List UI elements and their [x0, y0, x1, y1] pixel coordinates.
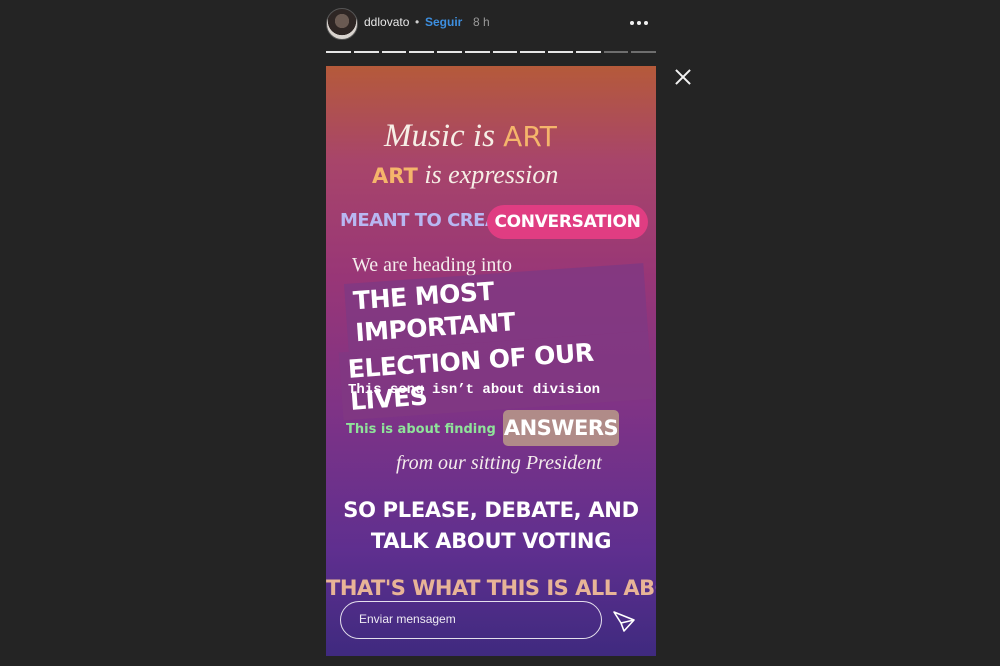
all-about-text: THAT'S WHAT THIS IS ALL ABOUT: [326, 576, 656, 600]
line-art-is-expression: ART is expression: [372, 160, 558, 190]
story-content[interactable]: Music is ART ART is expression MEANT TO …: [326, 66, 656, 656]
finding-text: This is about finding: [346, 422, 496, 437]
progress-segment: [326, 51, 351, 53]
progress-segment: [603, 51, 629, 53]
division-text: This song isn’t about division: [348, 382, 601, 398]
art-highlight: ART: [372, 164, 418, 188]
headline-art-highlight: ART: [503, 120, 557, 153]
voting-text: TALK ABOUT VOTING: [370, 529, 612, 553]
conversation-pill: CONVERSATION: [487, 205, 648, 239]
story-header: ddlovato • Seguir 8 h: [326, 6, 656, 40]
post-time: 8 h: [473, 15, 490, 29]
follow-button[interactable]: Seguir: [425, 15, 462, 29]
progress-segment: [437, 51, 462, 53]
message-input[interactable]: Enviar mensagem: [340, 601, 602, 639]
send-icon[interactable]: [612, 609, 636, 633]
progress-segment: [381, 51, 407, 53]
progress-segment: [548, 51, 573, 53]
progress-segment: [464, 51, 490, 53]
headline-music-is-art: Music is ART: [384, 118, 557, 155]
progress-segment: [575, 51, 601, 53]
progress-segment: [409, 51, 434, 53]
progress-segment: [353, 51, 379, 53]
answers-pill: ANSWERS: [503, 410, 619, 446]
avatar[interactable]: [326, 8, 358, 40]
close-icon[interactable]: [672, 66, 694, 88]
progress-segment: [520, 51, 545, 53]
story-progress-bar: [326, 51, 656, 54]
progress-segment: [631, 51, 656, 53]
username-link[interactable]: ddlovato: [364, 15, 409, 29]
debate-text: SO PLEASE, DEBATE, AND: [343, 498, 639, 522]
separator-dot: •: [415, 15, 420, 29]
expression-text: is expression: [417, 160, 559, 189]
president-text: from our sitting President: [396, 452, 602, 474]
headline-prefix: Music is: [384, 118, 504, 154]
progress-segment: [492, 51, 518, 53]
more-icon[interactable]: [626, 10, 652, 36]
